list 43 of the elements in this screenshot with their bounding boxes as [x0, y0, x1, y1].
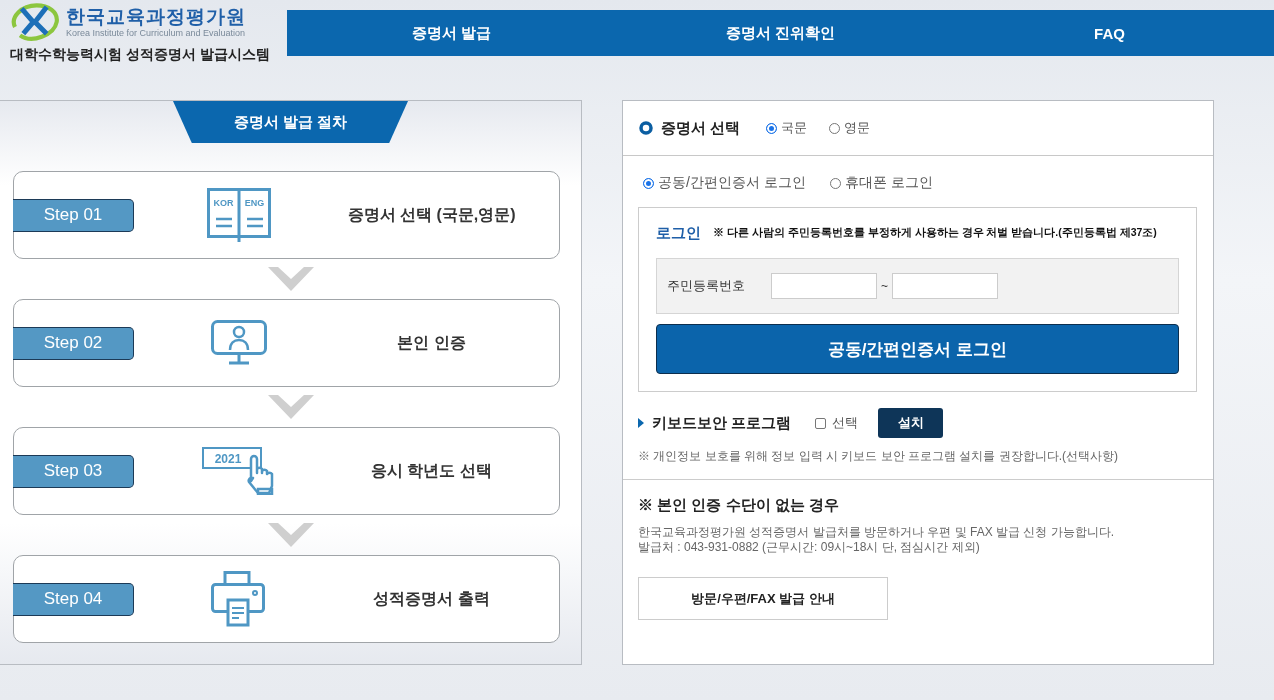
- input-field[interactable]: [892, 273, 998, 299]
- step-text: 본인 인증: [396, 332, 467, 353]
- nav-link[interactable]: 증명서 발급: [287, 10, 616, 56]
- nav-link[interactable]: FAQ: [945, 10, 1274, 56]
- info-text: 발급처 : 043-931-0882 (근무시간: 09시~18시 단, 점심시간 제외): [638, 540, 981, 555]
- note-text: ※ 개인정보 보호를 위해 정보 입력 시 키보드 보안 프로그램 설치를 권장합니다.(선택사항): [623, 438, 1213, 480]
- monitor-user-icon: [211, 320, 267, 366]
- chevron-down-icon: [267, 267, 314, 291]
- install-button[interactable]: 설치: [878, 408, 944, 438]
- info-text: 한국교육과정평가원 성적증명서 발급처를 방문하거나 우편 및 FAX 발급 신청 가능합니다.: [638, 525, 1115, 540]
- checkbox[interactable]: 선택: [815, 414, 859, 432]
- step-text: 증명서 선택 (국문,영문): [346, 204, 517, 225]
- printer-icon: [211, 571, 267, 627]
- nav-link[interactable]: 증명서 진위확인: [616, 10, 945, 56]
- login-button[interactable]: 공동/간편인증서 로그인: [656, 324, 1179, 374]
- chevron-down-icon: [267, 395, 314, 419]
- step-label: Step 03: [13, 454, 134, 488]
- section-title: ※ 본인 인증 수단이 없는 경우: [637, 495, 840, 515]
- language-radio[interactable]: 국문: [766, 119, 808, 137]
- login-method-radio[interactable]: 휴대폰 로그인: [829, 174, 933, 192]
- procedure-title: 증명서 발급 절차: [173, 101, 408, 143]
- triangle-bullet-icon: [638, 418, 644, 428]
- step-label: Step 02: [13, 326, 134, 360]
- section-title: 증명서 선택: [661, 118, 741, 138]
- step-text: 성적증명서 출력: [372, 588, 491, 609]
- section-title: 키보드보안 프로그램: [652, 413, 792, 433]
- field-label: 주민등록번호: [667, 277, 746, 295]
- step-label: Step 04: [13, 582, 134, 616]
- warning-text: ※ 다른 사람의 주민등록번호를 부정하게 사용하는 경우 처벌 받습니다.(주민등록법 제37조): [713, 226, 1157, 240]
- org-name-english: Korea Institute for Curriculum and Evaluation: [66, 28, 246, 38]
- system-title: 대학수학능력시험 성적증명서 발급시스템: [10, 46, 271, 64]
- bullet-ring-icon: [639, 121, 653, 135]
- guide-button[interactable]: 방문/우편/FAX 발급 안내: [638, 577, 888, 620]
- separator-text: ~: [881, 279, 888, 293]
- step-label: Step 01: [13, 198, 134, 232]
- login-method-radio[interactable]: 공동/간편인증서 로그인: [643, 174, 806, 192]
- chevron-down-icon: [267, 523, 314, 547]
- input-field[interactable]: [771, 273, 877, 299]
- language-radio[interactable]: 영문: [829, 119, 871, 137]
- logo-icon: [10, 2, 60, 42]
- org-name: 한국교육과정평가원: [66, 6, 246, 28]
- login-title: 로그인: [656, 223, 701, 243]
- step-text: 응시 학년도 선택: [370, 460, 493, 481]
